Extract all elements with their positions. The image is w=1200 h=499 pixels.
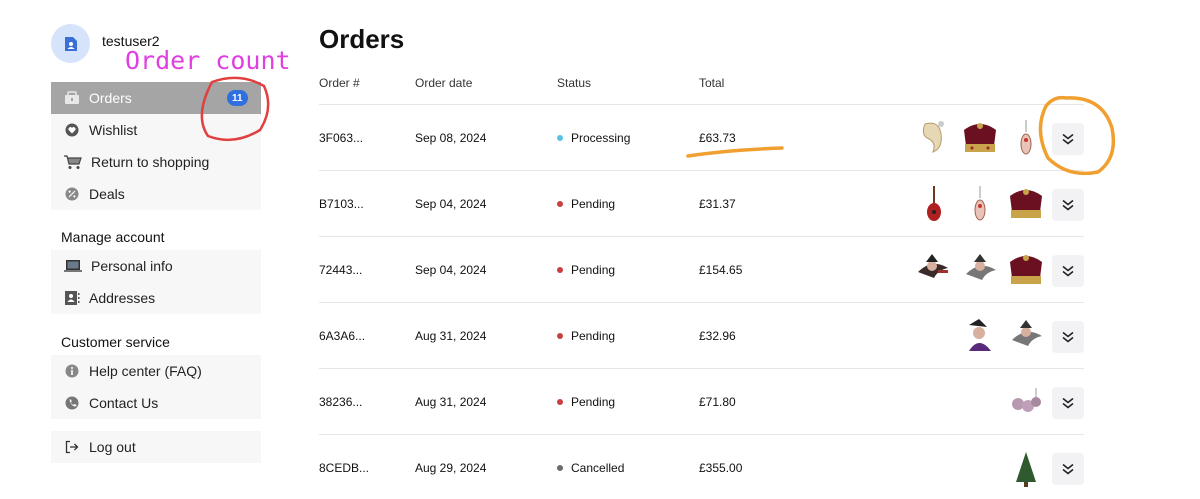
annotation-orange-circle [1038,95,1116,176]
annotation-red-circle [200,76,270,142]
annotation-overlay [200,76,1116,176]
annotation-orange-underline [686,146,784,158]
